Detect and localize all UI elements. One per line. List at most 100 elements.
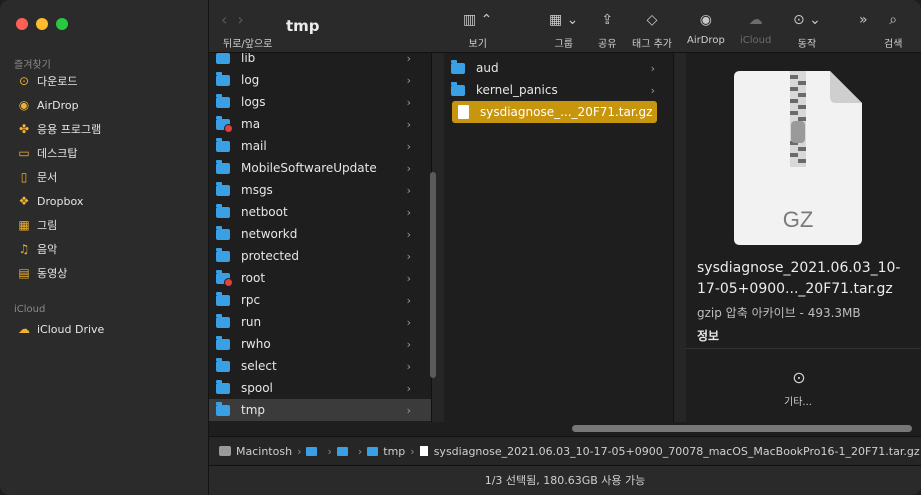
list-item-label: rpc <box>241 293 261 307</box>
preview-pane: GZ sysdiagnose_2021.06.03_10-17-05+0900.… <box>686 53 921 422</box>
chevron-right-icon: › <box>406 315 411 329</box>
more-actions-button[interactable]: ⊙ <box>786 368 812 394</box>
path-segment-folder[interactable] <box>336 446 353 456</box>
horizontal-scrollbar[interactable] <box>572 425 912 432</box>
path-segment-disk[interactable]: Macintosh <box>219 445 292 458</box>
restricted-folder-icon <box>216 269 233 287</box>
list-item[interactable]: logs › <box>209 91 431 113</box>
list-item[interactable]: rpc › <box>209 289 431 311</box>
search-button[interactable]: ⌕ 검색 <box>884 10 902 50</box>
list-item[interactable]: select › <box>209 355 431 377</box>
sidebar-item-pictures[interactable]: ▦ 그림 <box>17 214 202 236</box>
list-item-label: networkd <box>241 227 298 241</box>
list-item-label: select <box>241 359 277 373</box>
chevron-right-icon: › <box>406 183 411 197</box>
horizontal-scrollbar-track[interactable] <box>572 422 921 436</box>
column-1-list[interactable]: lib › log › logs › ma › mail › MobileSoftwareUpdat… <box>209 53 431 422</box>
search-icon: ⌕ <box>889 12 898 28</box>
icloud-label: iCloud <box>740 35 772 46</box>
zoom-window-button[interactable] <box>56 18 68 30</box>
chevron-right-icon: › <box>650 83 655 97</box>
sidebar-item-desktop[interactable]: ▭ 데스크탑 <box>17 142 202 164</box>
folder-icon <box>216 93 230 108</box>
folder-icon <box>216 225 230 240</box>
sidebar-item-applications[interactable]: ✤ 응용 프로그램 <box>17 118 202 140</box>
preview-kind-size: gzip 압축 아카이브 - 493.3MB <box>697 306 861 320</box>
forward-icon[interactable]: › <box>237 10 253 29</box>
list-item[interactable]: lib › <box>209 53 431 69</box>
sidebar-item-document[interactable]: ▯ 문서 <box>17 166 202 188</box>
preview-file-name: sysdiagnose_2021.06.03_10-17-05+0900..._… <box>697 260 901 297</box>
action-button[interactable]: ⊙ ⌄ 동작 <box>793 10 821 50</box>
folder-icon <box>216 335 230 350</box>
sidebar-item-icloud-drive[interactable]: ☁ iCloud Drive <box>17 318 202 340</box>
list-item-label: rwho <box>241 337 271 351</box>
sidebar-item-movies[interactable]: ▤ 동영상 <box>17 262 202 284</box>
icloud-button[interactable]: ☁ iCloud <box>740 10 771 46</box>
toolbar-overflow-button[interactable]: » <box>859 10 868 30</box>
folder-icon <box>216 379 230 394</box>
folder-icon <box>336 446 348 456</box>
sidebar-item-music[interactable]: ♫ 음악 <box>17 238 202 260</box>
list-item[interactable]: protected › <box>209 245 431 267</box>
path-separator-icon: › <box>357 444 363 458</box>
chevron-right-icon: › <box>406 53 411 65</box>
list-item[interactable]: tmp › <box>209 399 431 421</box>
sidebar-item-label: 음악 <box>37 243 58 256</box>
list-item[interactable]: MobileSoftwareUpdate › <box>209 157 431 179</box>
list-item[interactable]: aud › <box>444 57 665 79</box>
list-item[interactable]: networkd › <box>209 223 431 245</box>
list-item[interactable]: run › <box>209 311 431 333</box>
list-item[interactable]: root › <box>209 267 431 289</box>
finder-window: 즐겨찾기 ⊙ 다운로드 ◉ AirDrop ✤ 응용 프로그램 ▭ 데스크탑 ▯ 문서 ❖ Dropb… <box>0 0 921 495</box>
folder-icon <box>216 53 230 64</box>
path-segment-file[interactable]: sysdiagnose_2021.06.03_10-17-05+0900_700… <box>419 445 920 458</box>
preview-divider <box>686 348 921 349</box>
list-item[interactable]: kernel_panics › <box>444 79 665 101</box>
folder-icon <box>216 71 230 86</box>
chevron-double-right-icon: » <box>859 12 868 28</box>
chevron-right-icon: › <box>650 61 655 75</box>
sidebar-item-download[interactable]: ⊙ 다운로드 <box>17 70 202 92</box>
path-segment-tmp[interactable]: tmp <box>367 445 405 458</box>
back-icon[interactable]: ‹ <box>221 10 237 29</box>
list-item-label: msgs <box>241 183 273 197</box>
window-controls <box>16 18 68 30</box>
list-item-label: lib <box>241 53 256 65</box>
column-2-list[interactable]: aud › kernel_panics › sysdiagnose_..._20F71.… <box>444 53 665 422</box>
selected-file-row[interactable]: sysdiagnose_..._20F71.tar.gz <box>452 101 657 123</box>
list-item[interactable]: msgs › <box>209 179 431 201</box>
list-item[interactable]: spool › <box>209 377 431 399</box>
path-separator-icon: › <box>297 444 302 458</box>
path-segment-folder[interactable] <box>306 446 322 456</box>
list-item[interactable]: mail › <box>209 135 431 157</box>
minimize-window-button[interactable] <box>36 18 48 30</box>
view-button[interactable]: ▥ ⌃ 보기 <box>463 10 492 50</box>
group-button[interactable]: ▦ ⌄ 그룹 <box>549 10 578 50</box>
folder-icon <box>367 446 379 456</box>
column-1-scrollbar[interactable] <box>430 172 436 378</box>
sidebar-item-label: AirDrop <box>37 98 79 112</box>
status-bar: 1/3 선택됨, 180.63GB 사용 가능 <box>209 465 921 495</box>
document-icon: ▯ <box>20 170 28 184</box>
list-item[interactable]: netboot › <box>209 201 431 223</box>
list-item[interactable]: rwho › <box>209 333 431 355</box>
column-2-divider[interactable] <box>673 53 687 422</box>
sidebar-item-airdrop[interactable]: ◉ AirDrop <box>17 94 202 116</box>
close-window-button[interactable] <box>16 18 28 30</box>
list-item-label: run <box>241 315 262 329</box>
chevron-right-icon: › <box>406 73 411 87</box>
back-forward-controls[interactable]: ‹› <box>221 10 254 29</box>
list-item-label: netboot <box>241 205 288 219</box>
sidebar-item-label: 다운로드 <box>37 75 78 88</box>
sidebar-item-dropbox[interactable]: ❖ Dropbox <box>17 190 202 212</box>
airdrop-button[interactable]: ◉ AirDrop <box>687 10 725 46</box>
tags-button[interactable]: ◇ 태그 추가 <box>632 10 672 50</box>
list-item-label: logs <box>241 95 266 109</box>
list-item[interactable]: ma › <box>209 113 431 135</box>
folder-icon <box>306 446 318 456</box>
chevron-right-icon: › <box>406 359 411 373</box>
chevron-right-icon: › <box>406 161 411 175</box>
share-button[interactable]: ⇪ 공유 <box>598 10 616 50</box>
list-item[interactable]: log › <box>209 69 431 91</box>
